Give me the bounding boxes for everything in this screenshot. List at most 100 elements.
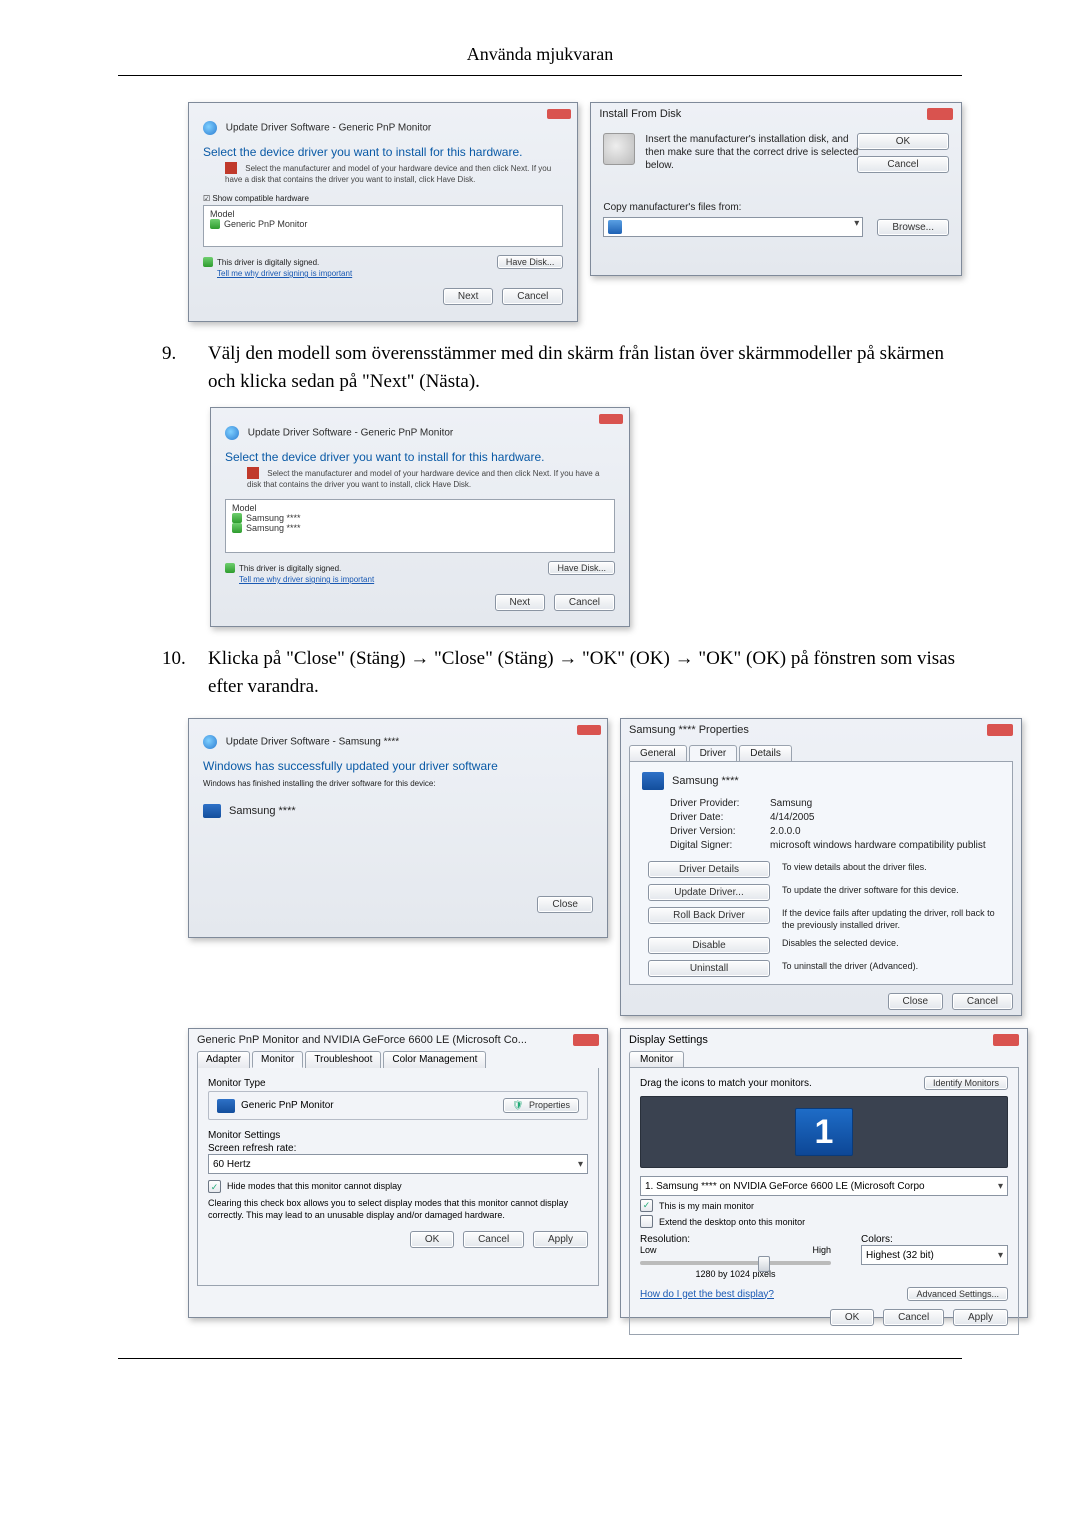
close-icon[interactable] [993, 1034, 1019, 1046]
close-button[interactable]: Close [537, 896, 593, 913]
update-driver-dialog-1: Update Driver Software - Generic PnP Mon… [188, 102, 578, 322]
close-icon[interactable] [927, 108, 953, 120]
tab-color-mgmt[interactable]: Color Management [383, 1051, 486, 1068]
dialog-title: Generic PnP Monitor and NVIDIA GeForce 6… [197, 1034, 527, 1046]
identify-monitors-button[interactable]: Identify Monitors [924, 1076, 1008, 1090]
footer-rule [118, 1358, 962, 1359]
apply-button[interactable]: Apply [533, 1231, 588, 1248]
ok-button[interactable]: OK [857, 133, 949, 150]
close-icon[interactable] [547, 109, 571, 119]
page-header: Använda mjukvaran [118, 0, 962, 75]
label-date: Driver Date: [670, 812, 770, 823]
tab-details[interactable]: Details [739, 745, 792, 761]
monitor-settings-label: Monitor Settings [208, 1130, 588, 1141]
advanced-settings-button[interactable]: Advanced Settings... [907, 1287, 1008, 1301]
label-version: Driver Version: [670, 826, 770, 837]
back-icon[interactable] [203, 735, 217, 749]
back-icon[interactable] [225, 426, 239, 440]
rollback-driver-button[interactable]: Roll Back Driver [648, 907, 770, 924]
uninstall-button[interactable]: Uninstall [648, 960, 770, 977]
disable-desc: Disables the selected device. [782, 937, 1000, 949]
monitor-icon [203, 804, 221, 818]
have-disk-button[interactable]: Have Disk... [497, 255, 564, 269]
cancel-button[interactable]: Cancel [883, 1309, 944, 1326]
driver-details-desc: To view details about the driver files. [782, 861, 1000, 873]
monitor-icon [642, 772, 664, 790]
resolution-slider[interactable] [640, 1261, 831, 1265]
monitor-icon-1[interactable]: 1 [795, 1108, 853, 1156]
monitor-square-icon [225, 162, 237, 174]
refresh-rate-select[interactable]: 60 Hertz [208, 1154, 588, 1174]
list-item[interactable]: Generic PnP Monitor [224, 219, 307, 229]
uninstall-desc: To uninstall the driver (Advanced). [782, 960, 1000, 972]
cancel-button[interactable]: Cancel [952, 993, 1013, 1010]
disable-button[interactable]: Disable [648, 937, 770, 954]
cancel-button[interactable]: Cancel [502, 288, 563, 305]
extend-desktop-label: Extend the desktop onto this monitor [659, 1217, 805, 1227]
best-display-link[interactable]: How do I get the best display? [640, 1289, 774, 1300]
breadcrumb-text: Update Driver Software - Generic PnP Mon… [248, 428, 453, 439]
step-number: 9. [162, 340, 188, 395]
dialog-subtext: Select the manufacturer and model of you… [225, 163, 563, 184]
shield-icon [203, 257, 213, 267]
close-icon[interactable] [573, 1034, 599, 1046]
close-button[interactable]: Close [888, 993, 944, 1010]
tab-monitor[interactable]: Monitor [252, 1051, 303, 1068]
list-item[interactable]: Samsung **** [246, 523, 301, 533]
dialog-headline: Select the device driver you want to ins… [203, 145, 563, 159]
browse-button[interactable]: Browse... [877, 219, 949, 236]
signing-info-link[interactable]: Tell me why driver signing is important [217, 269, 563, 278]
shield-icon [232, 513, 242, 523]
update-driver-desc: To update the driver software for this d… [782, 884, 1000, 896]
breadcrumb-text: Update Driver Software - Generic PnP Mon… [226, 123, 431, 134]
path-combobox[interactable] [603, 217, 863, 237]
signed-label: This driver is digitally signed. [217, 258, 319, 267]
cancel-button[interactable]: Cancel [554, 594, 615, 611]
update-driver-button[interactable]: Update Driver... [648, 884, 770, 901]
model-listbox[interactable]: Model Generic PnP Monitor [203, 205, 563, 247]
tab-adapter[interactable]: Adapter [197, 1051, 250, 1068]
tab-general[interactable]: General [629, 745, 687, 761]
rollback-driver-desc: If the device fails after updating the d… [782, 907, 1000, 931]
compatible-checkbox-label[interactable]: ☑ Show compatible hardware [203, 194, 563, 203]
ok-button[interactable]: OK [830, 1309, 874, 1326]
properties-button[interactable]: 🛡 Properties [503, 1098, 579, 1113]
dialog-title: Samsung **** Properties [629, 724, 749, 736]
close-icon[interactable] [987, 724, 1013, 736]
copy-from-label: Copy manufacturer's files from: [603, 202, 949, 213]
model-listbox[interactable]: Model Samsung **** Samsung **** [225, 499, 615, 553]
hide-modes-desc: Clearing this check box allows you to se… [208, 1197, 588, 1221]
back-icon[interactable] [203, 121, 217, 135]
tab-monitor[interactable]: Monitor [629, 1051, 684, 1067]
close-icon[interactable] [599, 414, 623, 424]
list-item[interactable]: Samsung **** [246, 513, 301, 523]
next-button[interactable]: Next [443, 288, 494, 305]
step-9: 9. Välj den modell som överensstämmer me… [162, 340, 962, 395]
cancel-button[interactable]: Cancel [463, 1231, 524, 1248]
shield-icon: 🛡 [512, 1100, 523, 1110]
close-icon[interactable] [577, 725, 601, 735]
main-monitor-checkbox[interactable] [640, 1199, 653, 1212]
colors-select[interactable]: Highest (32 bit) [861, 1245, 1008, 1265]
signing-info-link[interactable]: Tell me why driver signing is important [239, 575, 615, 584]
extend-desktop-checkbox[interactable] [640, 1215, 653, 1228]
cancel-button[interactable]: Cancel [857, 156, 949, 173]
apply-button[interactable]: Apply [953, 1309, 1008, 1326]
next-button[interactable]: Next [495, 594, 546, 611]
device-name: Samsung **** [229, 805, 296, 817]
shield-icon [232, 523, 242, 533]
monitor-stage[interactable]: 1 [640, 1096, 1008, 1168]
refresh-rate-label: Screen refresh rate: [208, 1143, 588, 1154]
have-disk-button[interactable]: Have Disk... [548, 561, 615, 575]
step-text: Klicka på "Close" (Stäng) → "Close" (Stä… [208, 645, 962, 700]
tab-driver[interactable]: Driver [689, 745, 738, 761]
tab-troubleshoot[interactable]: Troubleshoot [305, 1051, 381, 1068]
step-10: 10. Klicka på "Close" (Stäng) → "Close" … [162, 645, 962, 700]
driver-details-button[interactable]: Driver Details [648, 861, 770, 878]
ok-button[interactable]: OK [410, 1231, 454, 1248]
value-provider: Samsung [770, 798, 1000, 809]
shield-icon [210, 219, 220, 229]
monitor-select[interactable]: 1. Samsung **** on NVIDIA GeForce 6600 L… [640, 1176, 1008, 1196]
hide-modes-checkbox[interactable] [208, 1180, 221, 1193]
dialog-subtext: Select the manufacturer and model of you… [247, 469, 599, 489]
